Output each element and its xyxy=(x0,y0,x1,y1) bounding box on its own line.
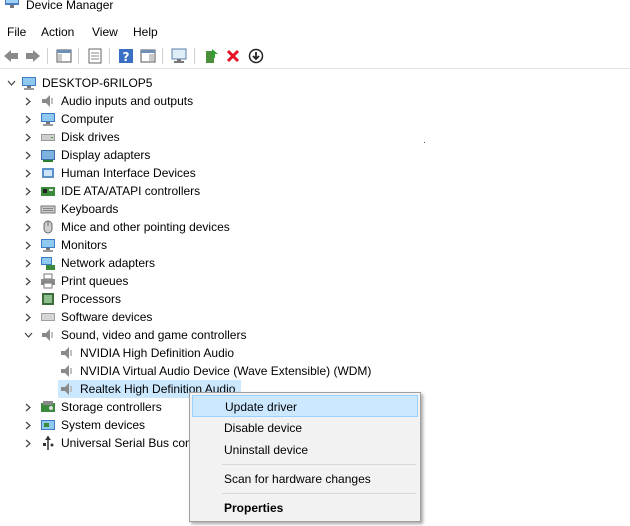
tree-category-11[interactable]: Processors xyxy=(0,290,400,308)
chevron-right-icon[interactable] xyxy=(23,200,33,218)
toolbar-separator xyxy=(47,48,48,64)
menu-action[interactable]: Action xyxy=(39,22,76,42)
scan-hardware-icon[interactable] xyxy=(169,46,189,66)
menu-bar: File Action View Help xyxy=(0,22,630,42)
chevron-right-icon[interactable] xyxy=(23,434,33,452)
chevron-right-icon[interactable] xyxy=(23,182,33,200)
tree-category-label: Mice and other pointing devices xyxy=(61,220,230,234)
properties-icon[interactable] xyxy=(85,46,105,66)
menu-help[interactable]: Help xyxy=(131,22,160,42)
tree-category-7[interactable]: Mice and other pointing devices xyxy=(0,218,400,236)
tree-category-label: Display adapters xyxy=(61,148,151,162)
stray-dot xyxy=(424,142,425,143)
sound-device-0[interactable]: NVIDIA High Definition Audio xyxy=(0,344,420,362)
update-driver-label: Update driver xyxy=(225,400,298,414)
tree-category-label: Computer xyxy=(61,112,114,126)
tree-category-label: Sound, video and game controllers xyxy=(61,328,247,342)
toolbar-separator xyxy=(162,48,163,64)
toolbar-separator xyxy=(194,48,195,64)
tree-category-2[interactable]: Disk drives xyxy=(0,128,400,146)
chevron-right-icon[interactable] xyxy=(23,164,33,182)
root-label: DESKTOP-6RILOP5 xyxy=(42,76,153,90)
tree-category-label: Universal Serial Bus cont xyxy=(61,436,196,450)
context-menu: Update driver Disable device Uninstall d… xyxy=(189,392,421,522)
forward-arrow-icon[interactable] xyxy=(23,46,43,66)
chevron-right-icon[interactable] xyxy=(23,398,33,416)
menu-separator xyxy=(222,464,416,465)
chevron-right-icon[interactable] xyxy=(23,236,33,254)
tree-root[interactable]: DESKTOP-6RILOP5 xyxy=(0,74,300,92)
menu-file[interactable]: File xyxy=(5,22,28,42)
menu-view[interactable]: View xyxy=(90,22,120,42)
disable-device-label: Disable device xyxy=(224,421,303,435)
sound-device-label: NVIDIA Virtual Audio Device (Wave Extens… xyxy=(80,364,372,378)
uninstall-icon[interactable] xyxy=(223,46,243,66)
tree-category-0[interactable]: Audio inputs and outputs xyxy=(0,92,400,110)
menu-uninstall-device[interactable]: Uninstall device xyxy=(192,439,418,461)
tree-category-label: Processors xyxy=(61,292,122,306)
tree-category-3[interactable]: Display adapters xyxy=(0,146,400,164)
tree-category-label: System devices xyxy=(61,418,146,432)
menu-disable-device[interactable]: Disable device xyxy=(192,417,418,439)
chevron-right-icon[interactable] xyxy=(23,92,33,110)
tree-category-8[interactable]: Monitors xyxy=(0,236,400,254)
svg-text:?: ? xyxy=(123,50,130,64)
tree-category-label: Storage controllers xyxy=(61,400,162,414)
tree-category-6[interactable]: Keyboards xyxy=(0,200,400,218)
tree-category-label: Audio inputs and outputs xyxy=(61,94,194,108)
title-bar: Device Manager xyxy=(0,0,630,16)
toolbar-separator xyxy=(109,48,110,64)
tree-category-4[interactable]: Human Interface Devices xyxy=(0,164,400,182)
chevron-right-icon[interactable] xyxy=(23,290,33,308)
menu-update-driver[interactable]: Update driver xyxy=(192,395,418,417)
update-driver-icon[interactable] xyxy=(201,46,221,66)
chevron-right-icon[interactable] xyxy=(23,146,33,164)
tree-category-5[interactable]: IDE ATA/ATAPI controllers xyxy=(0,182,400,200)
device-manager-icon xyxy=(5,0,19,8)
chevron-right-icon[interactable] xyxy=(23,218,33,236)
tree-category-label: IDE ATA/ATAPI controllers xyxy=(61,184,201,198)
toolbar-divider xyxy=(0,68,630,69)
chevron-right-icon[interactable] xyxy=(23,308,33,326)
tree-category-label: Network adapters xyxy=(61,256,156,270)
tree-category-label: Keyboards xyxy=(61,202,119,216)
toolbar: ? xyxy=(0,44,630,68)
tree-category-1[interactable]: Computer xyxy=(0,110,400,128)
tree-category-9[interactable]: Network adapters xyxy=(0,254,400,272)
disable-device-icon[interactable] xyxy=(246,46,266,66)
chevron-right-icon[interactable] xyxy=(23,416,33,434)
sound-device-1[interactable]: NVIDIA Virtual Audio Device (Wave Extens… xyxy=(0,362,420,380)
chevron-down-icon[interactable] xyxy=(23,326,33,344)
action-pane-icon[interactable] xyxy=(138,46,158,66)
tree-category-10[interactable]: Print queues xyxy=(0,272,400,290)
chevron-right-icon[interactable] xyxy=(23,254,33,272)
tree-category-label: Software devices xyxy=(61,310,153,324)
window-title: Device Manager xyxy=(26,0,114,12)
properties-label: Properties xyxy=(224,501,284,515)
sound-device-label: NVIDIA High Definition Audio xyxy=(80,346,235,360)
toolbar-separator xyxy=(78,48,79,64)
chevron-right-icon[interactable] xyxy=(23,128,33,146)
tree-category-label: Human Interface Devices xyxy=(61,166,196,180)
scan-hardware-label: Scan for hardware changes xyxy=(224,472,371,486)
menu-properties[interactable]: Properties xyxy=(192,497,418,519)
back-arrow-icon[interactable] xyxy=(1,46,21,66)
computer-icon xyxy=(22,77,36,90)
chevron-down-icon[interactable] xyxy=(6,74,16,92)
show-hide-console-tree-icon[interactable] xyxy=(54,46,74,66)
chevron-right-icon[interactable] xyxy=(23,110,33,128)
menu-scan-hardware[interactable]: Scan for hardware changes xyxy=(192,468,418,490)
menu-separator xyxy=(222,493,416,494)
tree-category-label: Disk drives xyxy=(61,130,120,144)
tree-category-13[interactable]: Sound, video and game controllers xyxy=(0,326,400,344)
tree-category-label: Monitors xyxy=(61,238,108,252)
tree-category-label: Print queues xyxy=(61,274,129,288)
tree-category-12[interactable]: Software devices xyxy=(0,308,400,326)
help-icon[interactable]: ? xyxy=(116,46,136,66)
uninstall-device-label: Uninstall device xyxy=(224,443,309,457)
chevron-right-icon[interactable] xyxy=(23,272,33,290)
